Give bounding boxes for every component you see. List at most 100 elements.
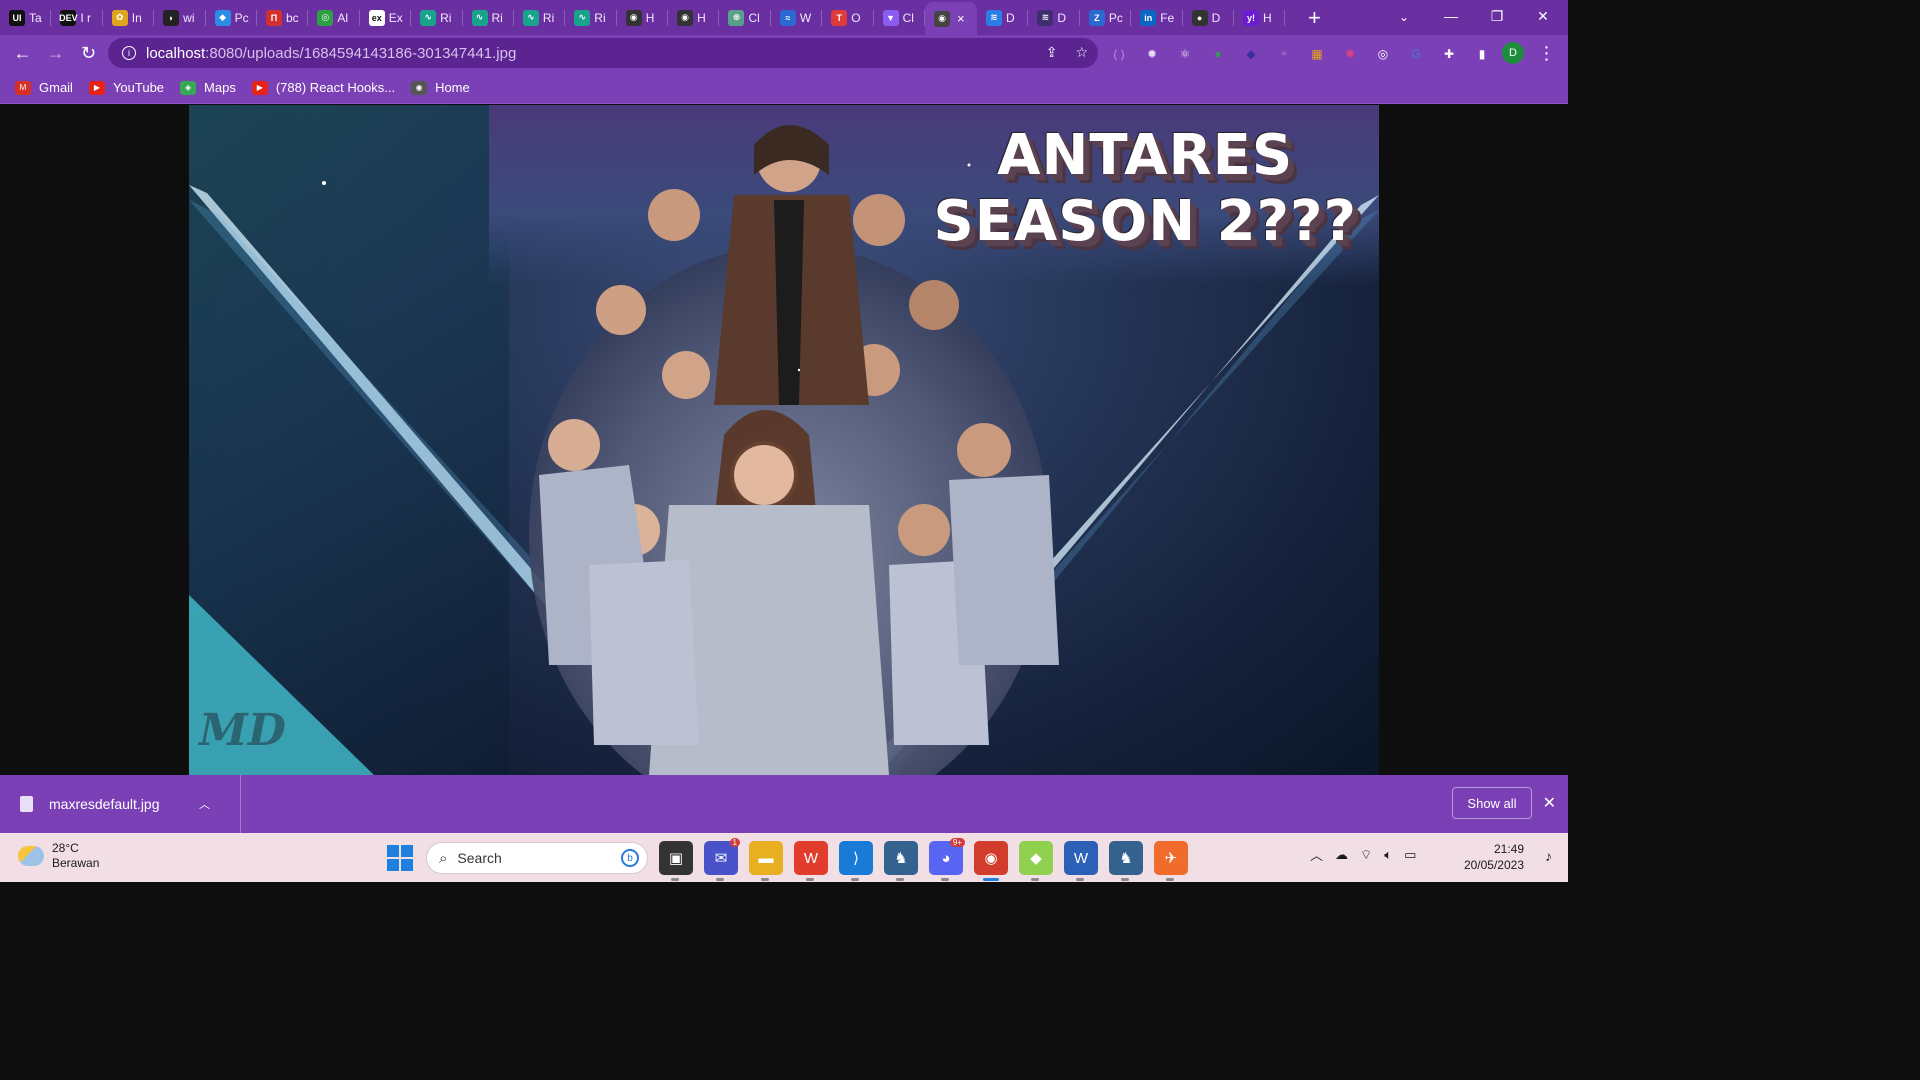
battery-icon[interactable]: ▭ xyxy=(1404,847,1416,863)
task-view-icon[interactable]: ▣ xyxy=(659,841,693,881)
menu-kebab-icon[interactable]: ⋮ xyxy=(1530,37,1563,70)
new-tab-button[interactable]: + xyxy=(1299,3,1329,33)
url-text[interactable]: localhost:8080/uploads/1684594143186-301… xyxy=(146,45,516,62)
react-devtools-icon[interactable]: ⚛ xyxy=(1174,43,1196,65)
browser-tab[interactable]: ◉ H xyxy=(617,0,669,35)
postgres-icon[interactable]: ♞ xyxy=(1109,841,1143,881)
forward-icon[interactable]: → xyxy=(39,37,72,70)
window-close-icon[interactable]: ✕ xyxy=(1520,0,1566,32)
bing-icon[interactable]: b xyxy=(621,849,639,867)
bookmark-item[interactable]: ▶ YouTube xyxy=(88,80,164,95)
restore-icon[interactable]: ❐ xyxy=(1474,0,1520,32)
teams-chat-icon[interactable]: ✉ 1 xyxy=(704,838,740,881)
browser-tab[interactable]: ▼ Cl xyxy=(874,0,926,35)
vscode-icon[interactable]: ⟩ xyxy=(839,841,873,881)
minimize-icon[interactable]: — xyxy=(1428,0,1474,32)
postman-icon[interactable]: ✈ xyxy=(1154,841,1188,881)
close-shelf-icon[interactable]: ✕ xyxy=(1543,793,1556,813)
running-indicator xyxy=(1076,878,1084,881)
gitkraken-icon[interactable]: ◆ xyxy=(1019,841,1053,881)
taskbar-search[interactable]: ⌕ Search b xyxy=(426,842,648,874)
share-icon[interactable]: ⇪ xyxy=(1046,44,1058,61)
tab-list: UI Ta DEV I r ✿ In ◗ wi ◆ Pc Пbc ◎ Al ex Ex ∿ Ri ∿ Ri ∿ Ri ∿ R… xyxy=(0,0,1286,35)
md-logo: MD xyxy=(199,705,286,756)
puzzle-icon[interactable]: ✚ xyxy=(1438,43,1460,65)
chevron-up-tray-icon[interactable]: ︿ xyxy=(1310,845,1323,864)
gem-ext-icon[interactable]: ◆ xyxy=(1240,43,1262,65)
download-item[interactable]: maxresdefault.jpg ︿ xyxy=(0,775,241,833)
bookmark-item[interactable]: ▶ (788) React Hooks... xyxy=(251,80,395,95)
translate-icon[interactable]: G xyxy=(1405,43,1427,65)
eyedropper-icon[interactable]: ⌖ xyxy=(1273,43,1295,65)
running-indicator xyxy=(806,878,814,881)
browser-tab[interactable]: Пbc xyxy=(257,0,309,35)
browser-tab[interactable]: ex Ex xyxy=(360,0,412,35)
browser-tab[interactable]: ≋ D xyxy=(1028,0,1081,35)
chevron-up-icon[interactable]: ︿ xyxy=(199,796,210,812)
browser-tab[interactable]: ◎ Al xyxy=(308,0,361,35)
sidepanel-icon[interactable]: ▮ xyxy=(1471,43,1493,65)
browser-tab[interactable]: ◆ Pc xyxy=(206,0,258,35)
z-icon: Z xyxy=(1088,9,1105,26)
back-icon[interactable]: ← xyxy=(6,37,39,70)
volume-icon[interactable]: 🔈︎ xyxy=(1384,847,1392,863)
browser-tab[interactable]: ◗ wi xyxy=(154,0,206,35)
browser-tab[interactable]: UI Ta xyxy=(0,0,52,35)
address-bar[interactable]: i localhost:8080/uploads/1684594143186-3… xyxy=(108,38,1098,68)
browser-toolbar: ← → ↻ i localhost:8080/uploads/168459414… xyxy=(0,35,1568,72)
browser-tab[interactable]: ∿ Ri xyxy=(411,0,463,35)
tab-search-icon[interactable]: ⌄ xyxy=(1392,6,1416,28)
start-button[interactable] xyxy=(385,843,415,873)
browser-tab[interactable]: ∿ Ri xyxy=(514,0,566,35)
bookmark-item[interactable]: ◉ Home xyxy=(411,80,470,95)
clock[interactable]: 21:49 20/05/2023 xyxy=(1464,841,1524,873)
browser-tab[interactable]: ⊛ Cl xyxy=(719,0,772,35)
bookmark-label: Gmail xyxy=(39,80,73,95)
bookmark-item[interactable]: ◈ Maps xyxy=(180,80,236,95)
browser-tab[interactable]: TO xyxy=(822,0,875,35)
postgres-icon[interactable]: ♞ xyxy=(884,841,918,881)
browser-tab[interactable]: y! H xyxy=(1234,0,1286,35)
circle-ext-icon[interactable]: ◎ xyxy=(1372,43,1394,65)
browser-tab[interactable]: ● D xyxy=(1183,0,1235,35)
wifi-icon[interactable]: ⌔ xyxy=(1360,847,1372,863)
brackets-icon[interactable]: ( ) xyxy=(1108,43,1130,65)
word-icon[interactable]: W xyxy=(1064,841,1098,881)
show-all-button[interactable]: Show all xyxy=(1452,787,1532,819)
chrome-icon[interactable]: ◉ xyxy=(974,841,1008,881)
gear-ext-icon[interactable]: ✹ xyxy=(1141,43,1163,65)
file-explorer-icon[interactable]: ▬ xyxy=(749,841,783,881)
wps-office-icon[interactable]: W xyxy=(794,841,828,881)
browser-tab[interactable]: ≈ W xyxy=(771,0,823,35)
bookmark-star-icon[interactable]: ☆ xyxy=(1075,44,1088,61)
browser-tab[interactable]: in Fe xyxy=(1131,0,1183,35)
palette-ext-icon[interactable]: ▦ xyxy=(1306,43,1328,65)
onedrive-icon[interactable]: ☁ xyxy=(1335,847,1348,863)
notification-bell-icon[interactable]: ♪ xyxy=(1545,848,1552,864)
bookmark-item[interactable]: M Gmail xyxy=(15,80,73,95)
browser-tab[interactable]: ∿ Ri xyxy=(565,0,618,35)
color-wheel-icon[interactable]: ✺ xyxy=(1339,43,1361,65)
browser-tab[interactable]: ≋ D xyxy=(977,0,1029,35)
taskbar-center: ⌕ Search b ▣ ✉ 1 ▬ W ⟩ ♞ ◕ 9+ ◉ ◆ W ♞ ✈ xyxy=(385,838,1188,881)
browser-tab[interactable]: Z Pc xyxy=(1080,0,1132,35)
ex-icon: ex xyxy=(368,9,385,26)
globe-icon: ◉ xyxy=(411,80,428,95)
browser-tab[interactable]: ✿ In xyxy=(103,0,155,35)
site-info-icon[interactable]: i xyxy=(122,46,136,60)
search-ext-icon[interactable]: ● xyxy=(1207,43,1229,65)
bc-icon: П xyxy=(265,9,282,26)
app-glyph: ◆ xyxy=(1030,850,1042,867)
reload-icon[interactable]: ↻ xyxy=(72,37,105,70)
browser-tab[interactable]: DEV I r xyxy=(51,0,104,35)
tab-title: wi xyxy=(183,10,195,25)
tab-title: In xyxy=(131,10,142,25)
browser-tab[interactable]: ◉ H xyxy=(668,0,720,35)
maps-icon: ◈ xyxy=(180,80,197,95)
profile-avatar[interactable]: D xyxy=(1502,42,1524,64)
browser-tab[interactable]: ∿ Ri xyxy=(463,0,515,35)
weather-widget[interactable]: 28°C Berawan xyxy=(18,841,99,871)
browser-tab[interactable]: ◉ × xyxy=(925,2,978,35)
discord-icon[interactable]: ◕ 9+ xyxy=(929,838,965,881)
tab-close-icon[interactable]: × xyxy=(957,11,965,26)
